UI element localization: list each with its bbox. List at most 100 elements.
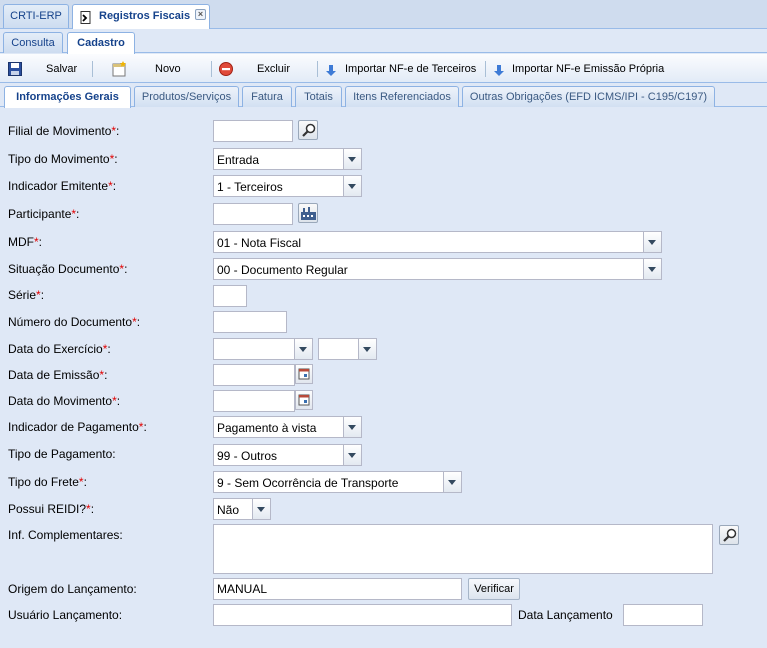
mdf-label: MDF*: bbox=[8, 235, 43, 249]
chevron-down-icon[interactable] bbox=[343, 176, 361, 196]
chevron-down-icon[interactable] bbox=[343, 417, 361, 437]
tab-totais[interactable]: Totais bbox=[295, 86, 342, 107]
tipo-frete-select[interactable]: 9 - Sem Ocorrência de Transporte bbox=[213, 471, 462, 493]
import-third-party-nfe-button[interactable]: Importar NF-e de Terceiros bbox=[324, 58, 480, 80]
chevron-down-icon[interactable] bbox=[294, 339, 312, 359]
tab-label: Fatura bbox=[251, 91, 283, 103]
situacao-label: Situação Documento*: bbox=[8, 262, 128, 276]
tab-label: Totais bbox=[304, 91, 333, 103]
inf-complementares-search-button[interactable] bbox=[719, 525, 739, 545]
tab-fatura[interactable]: Fatura bbox=[242, 86, 292, 107]
toolbar: Salvar Novo Excluir Importar NF-e de Ter… bbox=[0, 54, 767, 83]
serie-label: Série*: bbox=[8, 288, 45, 302]
mdf-select[interactable]: 01 - Nota Fiscal bbox=[213, 231, 662, 253]
arrow-down-icon bbox=[326, 63, 336, 76]
close-tab-icon[interactable]: × bbox=[195, 9, 206, 20]
participante-input[interactable] bbox=[213, 203, 293, 225]
exercicio-year-select[interactable] bbox=[318, 338, 377, 360]
participante-search-button[interactable] bbox=[298, 203, 318, 223]
verificar-button[interactable]: Verificar bbox=[468, 578, 520, 600]
select-value: 99 - Outros bbox=[217, 449, 278, 463]
chevron-down-icon[interactable] bbox=[343, 149, 361, 169]
tab-label: Outras Obrigações (EFD ICMS/IPI - C195/C… bbox=[469, 91, 708, 103]
select-value: Entrada bbox=[217, 153, 260, 167]
usuario-label: Usuário Lançamento: bbox=[8, 608, 123, 622]
tab-cadastro[interactable]: Cadastro bbox=[67, 32, 135, 54]
factory-icon bbox=[301, 207, 316, 223]
new-button[interactable]: Novo bbox=[109, 58, 189, 80]
origem-input[interactable]: MANUAL bbox=[213, 578, 462, 600]
tab-produtos-servicos[interactable]: Produtos/Serviços bbox=[134, 86, 239, 107]
numero-label: Número do Documento*: bbox=[8, 315, 141, 329]
chevron-down-icon[interactable] bbox=[358, 339, 376, 359]
new-document-icon bbox=[111, 61, 127, 77]
data-emissao-input[interactable] bbox=[213, 364, 295, 386]
tipo-pagamento-select[interactable]: 99 - Outros bbox=[213, 444, 362, 466]
possui-reidi-select[interactable]: Não bbox=[213, 498, 271, 520]
separator bbox=[211, 61, 212, 77]
tipo-movimento-select[interactable]: Entrada bbox=[213, 148, 362, 170]
select-value: 01 - Nota Fiscal bbox=[217, 236, 302, 250]
select-value: 9 - Sem Ocorrência de Transporte bbox=[217, 476, 399, 490]
tipo-frete-label: Tipo do Frete*: bbox=[8, 475, 87, 489]
data-movimento-label: Data do Movimento*: bbox=[8, 394, 121, 408]
calendar-icon[interactable] bbox=[295, 364, 313, 384]
calendar-icon[interactable] bbox=[295, 390, 313, 410]
inf-complementares-textarea[interactable] bbox=[213, 524, 713, 574]
new-label: Novo bbox=[155, 63, 181, 75]
usuario-input[interactable] bbox=[213, 604, 512, 626]
filial-search-button[interactable] bbox=[298, 120, 318, 140]
inf-complementares-label: Inf. Complementares: bbox=[8, 528, 123, 542]
exercicio-month-select[interactable] bbox=[213, 338, 313, 360]
chevron-down-icon[interactable] bbox=[643, 259, 661, 279]
filial-input[interactable] bbox=[213, 120, 293, 142]
view-tab-bar: Consulta Cadastro bbox=[0, 29, 767, 54]
data-lancamento-label: Data Lançamento bbox=[518, 608, 613, 622]
app-tab-bar: CRTI-ERP Registros Fiscais × bbox=[0, 0, 767, 30]
possui-reidi-label: Possui REIDI?*: bbox=[8, 502, 95, 516]
select-value: 00 - Documento Regular bbox=[217, 263, 348, 277]
tab-outras-obrigacoes[interactable]: Outras Obrigações (EFD ICMS/IPI - C195/C… bbox=[462, 86, 715, 107]
tab-label: CRTI-ERP bbox=[10, 10, 62, 22]
serie-input[interactable] bbox=[213, 285, 247, 307]
save-button[interactable]: Salvar bbox=[6, 58, 84, 80]
situacao-select[interactable]: 00 - Documento Regular bbox=[213, 258, 662, 280]
tab-label: Informações Gerais bbox=[16, 91, 119, 103]
data-lancamento-input[interactable] bbox=[623, 604, 703, 626]
magnifier-icon bbox=[302, 123, 316, 140]
delete-label: Excluir bbox=[257, 63, 291, 75]
data-movimento-input[interactable] bbox=[213, 390, 295, 412]
chevron-down-icon[interactable] bbox=[252, 499, 270, 519]
chevron-down-icon[interactable] bbox=[343, 445, 361, 465]
tab-informacoes-gerais[interactable]: Informações Gerais bbox=[4, 86, 131, 108]
chevron-down-icon[interactable] bbox=[443, 472, 461, 492]
select-value: Pagamento à vista bbox=[217, 421, 317, 435]
separator bbox=[317, 61, 318, 77]
indicador-pagamento-select[interactable]: Pagamento à vista bbox=[213, 416, 362, 438]
indicador-emitente-select[interactable]: 1 - Terceiros bbox=[213, 175, 362, 197]
tab-crti-erp[interactable]: CRTI-ERP bbox=[3, 4, 69, 28]
separator bbox=[485, 61, 486, 77]
tab-registros-fiscais[interactable]: Registros Fiscais × bbox=[72, 4, 210, 30]
section-tab-bar: Informações Gerais Produtos/Serviços Fat… bbox=[0, 84, 767, 108]
indicador-emitente-label: Indicador Emitente*: bbox=[8, 179, 117, 193]
save-icon bbox=[8, 62, 22, 76]
select-value: Não bbox=[217, 503, 240, 517]
arrow-down-icon bbox=[494, 63, 504, 76]
separator bbox=[92, 61, 93, 77]
tab-consulta[interactable]: Consulta bbox=[3, 32, 63, 53]
magnifier-icon bbox=[723, 528, 737, 545]
numero-input[interactable] bbox=[213, 311, 287, 333]
delete-icon bbox=[219, 62, 233, 76]
select-value: 1 - Terceiros bbox=[217, 180, 283, 194]
tab-itens-referenciados[interactable]: Itens Referenciados bbox=[345, 86, 459, 107]
tipo-pagamento-label: Tipo de Pagamento: bbox=[8, 447, 116, 461]
tab-label: Registros Fiscais bbox=[99, 10, 191, 22]
import-third-party-label: Importar NF-e de Terceiros bbox=[345, 63, 477, 75]
chevron-down-icon[interactable] bbox=[643, 232, 661, 252]
data-emissao-label: Data de Emissão*: bbox=[8, 368, 108, 382]
tab-label: Consulta bbox=[11, 37, 55, 49]
origem-label: Origem do Lançamento: bbox=[8, 582, 137, 596]
delete-button[interactable]: Excluir bbox=[218, 58, 300, 80]
import-own-nfe-button[interactable]: Importar NF-e Emissão Própria bbox=[492, 58, 670, 80]
